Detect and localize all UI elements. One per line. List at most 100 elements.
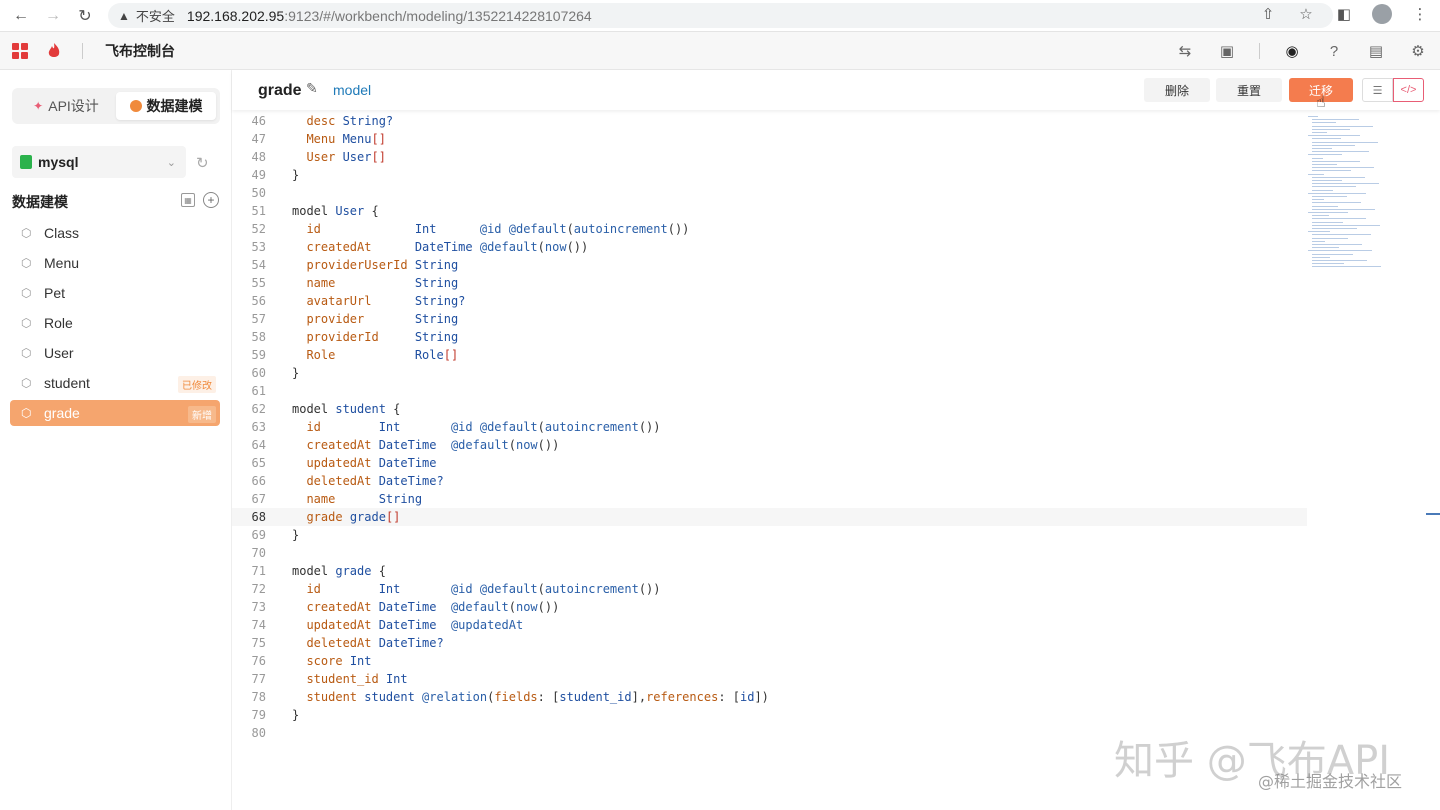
code-line[interactable]: 55 name String	[232, 274, 1307, 292]
line-number: 58	[251, 330, 266, 344]
minimap-line	[1312, 244, 1362, 245]
code-line[interactable]: 50	[232, 184, 1307, 202]
code-token: User	[306, 150, 343, 164]
code-line[interactable]: 68 grade grade[]	[232, 508, 1307, 526]
forward-icon[interactable]: →	[42, 5, 64, 27]
code-token: autoincrement	[544, 420, 639, 434]
tab-api-design[interactable]: ✦ API设计	[16, 92, 116, 120]
cube-icon: ⬡	[21, 346, 32, 360]
code-token: }	[292, 708, 300, 722]
window-icon[interactable]: ▣	[1217, 41, 1237, 61]
code-line[interactable]: 79}	[232, 706, 1307, 724]
code-line[interactable]: 49}	[232, 166, 1307, 184]
sidepanel-icon[interactable]: ◧	[1334, 4, 1354, 24]
edit-icon[interactable]: ✎	[306, 80, 318, 97]
code-line[interactable]: 71 model grade {	[232, 562, 1307, 580]
code-line[interactable]: 65 updatedAt DateTime	[232, 454, 1307, 472]
code-line[interactable]: 78 student student @relation(fields: [st…	[232, 688, 1307, 706]
code-line[interactable]: 53 createdAt DateTime @default(now())	[232, 238, 1307, 256]
minimap-line	[1312, 157, 1323, 159]
code-line[interactable]: 75 deletedAt DateTime?	[232, 634, 1307, 652]
code-line[interactable]: 61	[232, 382, 1307, 400]
line-number: 74	[251, 618, 266, 632]
code-line[interactable]: 77 student_id Int	[232, 670, 1307, 688]
code-line[interactable]: 76 score Int	[232, 652, 1307, 670]
code-line[interactable]: 74 updatedAt DateTime @updatedAt	[232, 616, 1307, 634]
code-token: fields	[494, 690, 538, 704]
code-line[interactable]: 64 createdAt DateTime @default(now())	[232, 436, 1307, 454]
code-line[interactable]: 52 id Int @id @default(autoincrement())	[232, 220, 1307, 238]
model-item-grade[interactable]: ⬡ grade 新增	[10, 400, 220, 426]
code-view-icon[interactable]: </>	[1393, 78, 1424, 102]
datasource-value: mysql	[38, 154, 79, 170]
code-line[interactable]: 63 id Int @id @default(autoincrement())	[232, 418, 1307, 436]
reset-button[interactable]: 重置	[1216, 78, 1282, 102]
code-token: autoincrement	[573, 222, 668, 236]
minimap-line	[1312, 215, 1329, 217]
editor-minimap[interactable]	[1308, 112, 1428, 272]
refresh-icon[interactable]: ↻	[196, 154, 209, 172]
code-line[interactable]: 72 id Int @id @default(autoincrement())	[232, 580, 1307, 598]
line-code: Menu Menu[]	[292, 130, 385, 148]
code-token: Int	[378, 582, 451, 596]
code-line[interactable]: 48 User User[]	[232, 148, 1307, 166]
sync-icon[interactable]: ⇆	[1175, 41, 1195, 61]
code-token: []	[385, 510, 401, 524]
address-bar[interactable]: ▲ 不安全 192.168.202.95:9123/#/workbench/mo…	[108, 3, 1333, 28]
code-token: avatarUrl	[306, 294, 415, 308]
code-line[interactable]: 62 model student {	[232, 400, 1307, 418]
settings-icon[interactable]: ⚙	[1408, 41, 1428, 61]
model-item-user[interactable]: ⬡ User	[10, 340, 220, 366]
add-model-icon[interactable]: +	[203, 192, 219, 208]
datasource-select[interactable]: mysql ⌄	[12, 146, 186, 178]
model-item-student[interactable]: ⬡ student 已修改	[10, 370, 220, 396]
code-token: }	[292, 366, 300, 380]
watermark-juejin: @稀土掘金技术社区	[1258, 772, 1403, 791]
code-line[interactable]: 59 Role Role[]	[232, 346, 1307, 364]
apps-grid-icon[interactable]	[12, 42, 28, 59]
list-view-icon[interactable]: ☰	[1362, 78, 1393, 102]
model-item-pet[interactable]: ⬡ Pet	[10, 280, 220, 306]
cube-icon: ⬡	[21, 406, 32, 420]
code-line[interactable]: 54 providerUserId String	[232, 256, 1307, 274]
code-line[interactable]: 60}	[232, 364, 1307, 382]
code-token: @updatedAt	[450, 618, 524, 632]
code-token: ())	[638, 420, 661, 434]
terminal-icon[interactable]: ▤	[1366, 41, 1386, 61]
view-toggle-icon[interactable]: ▦	[181, 193, 195, 207]
reload-icon[interactable]: ↻	[74, 5, 96, 27]
code-line[interactable]: 47 Menu Menu[]	[232, 130, 1307, 148]
model-item-menu[interactable]: ⬡ Menu	[10, 250, 220, 276]
code-line[interactable]: 46 desc String?	[232, 112, 1307, 130]
view-mode-toggle: ☰ </>	[1362, 78, 1424, 102]
model-item-role[interactable]: ⬡ Role	[10, 310, 220, 336]
model-item-class[interactable]: ⬡ Class	[10, 220, 220, 246]
code-line[interactable]: 51 model User {	[232, 202, 1307, 220]
line-code: updatedAt DateTime @updatedAt	[292, 616, 523, 634]
back-icon[interactable]: ←	[10, 5, 32, 27]
delete-button[interactable]: 删除	[1144, 78, 1210, 102]
help-icon[interactable]: ?	[1324, 41, 1344, 61]
code-line[interactable]: 58 providerId String	[232, 328, 1307, 346]
star-icon[interactable]: ☆	[1296, 4, 1316, 24]
code-line[interactable]: 69}	[232, 526, 1307, 544]
code-editor[interactable]: 46 desc String? 47 Menu Menu[] 48 User Use…	[232, 112, 1307, 810]
tab-data-modeling[interactable]: 数据建模	[116, 92, 216, 120]
code-line[interactable]: 57 provider String	[232, 310, 1307, 328]
minimap-line	[1312, 224, 1380, 226]
profile-avatar[interactable]	[1372, 4, 1392, 24]
share-icon[interactable]: ⇧	[1258, 4, 1278, 24]
line-number: 67	[251, 492, 266, 506]
browser-toolbar: ← → ↻ ▲ 不安全 192.168.202.95:9123/#/workbe…	[0, 0, 1440, 32]
code-line[interactable]: 66 deletedAt DateTime?	[232, 472, 1307, 490]
github-icon[interactable]: ◉	[1282, 41, 1302, 61]
code-line[interactable]: 56 avatarUrl String?	[232, 292, 1307, 310]
code-line[interactable]: 70	[232, 544, 1307, 562]
code-line[interactable]: 73 createdAt DateTime @default(now())	[232, 598, 1307, 616]
code-line[interactable]: 67 name String	[232, 490, 1307, 508]
more-menu-icon[interactable]: ⋮	[1410, 4, 1430, 24]
